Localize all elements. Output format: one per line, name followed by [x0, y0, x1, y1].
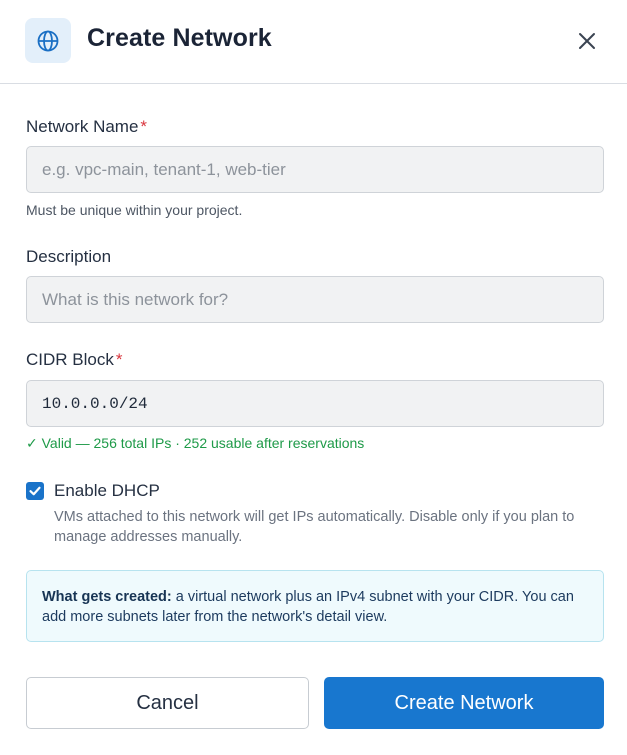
- dialog-header: Create Network: [0, 0, 627, 84]
- create-network-button[interactable]: Create Network: [324, 677, 604, 729]
- info-heading: What gets created:: [42, 589, 172, 605]
- network-name-label: Network Name *: [26, 117, 147, 137]
- dhcp-description: VMs attached to this network will get IP…: [54, 509, 575, 545]
- globe-icon: [25, 18, 71, 63]
- required-marker: *: [115, 350, 123, 369]
- dialog-title: Create Network: [87, 24, 272, 52]
- close-icon[interactable]: [572, 26, 602, 56]
- dhcp-checkbox[interactable]: [26, 482, 44, 500]
- dhcp-label[interactable]: Enable DHCP: [54, 481, 160, 501]
- info-box: What gets created: a virtual network plu…: [26, 570, 604, 642]
- cidr-label-text: CIDR Block: [26, 350, 114, 369]
- description-label: Description: [26, 247, 112, 266]
- cidr-label: CIDR Block *: [26, 350, 122, 370]
- cancel-button[interactable]: Cancel: [26, 677, 309, 729]
- required-marker: *: [140, 117, 148, 136]
- cidr-validation: ✓ Valid — 256 total IPs · 252 usable aft…: [26, 435, 365, 451]
- network-name-label-text: Network Name: [26, 117, 139, 136]
- network-name-hint: Must be unique within your project.: [26, 202, 243, 218]
- description-input[interactable]: [26, 276, 604, 323]
- cidr-input[interactable]: [26, 380, 604, 427]
- network-name-input[interactable]: [26, 146, 604, 193]
